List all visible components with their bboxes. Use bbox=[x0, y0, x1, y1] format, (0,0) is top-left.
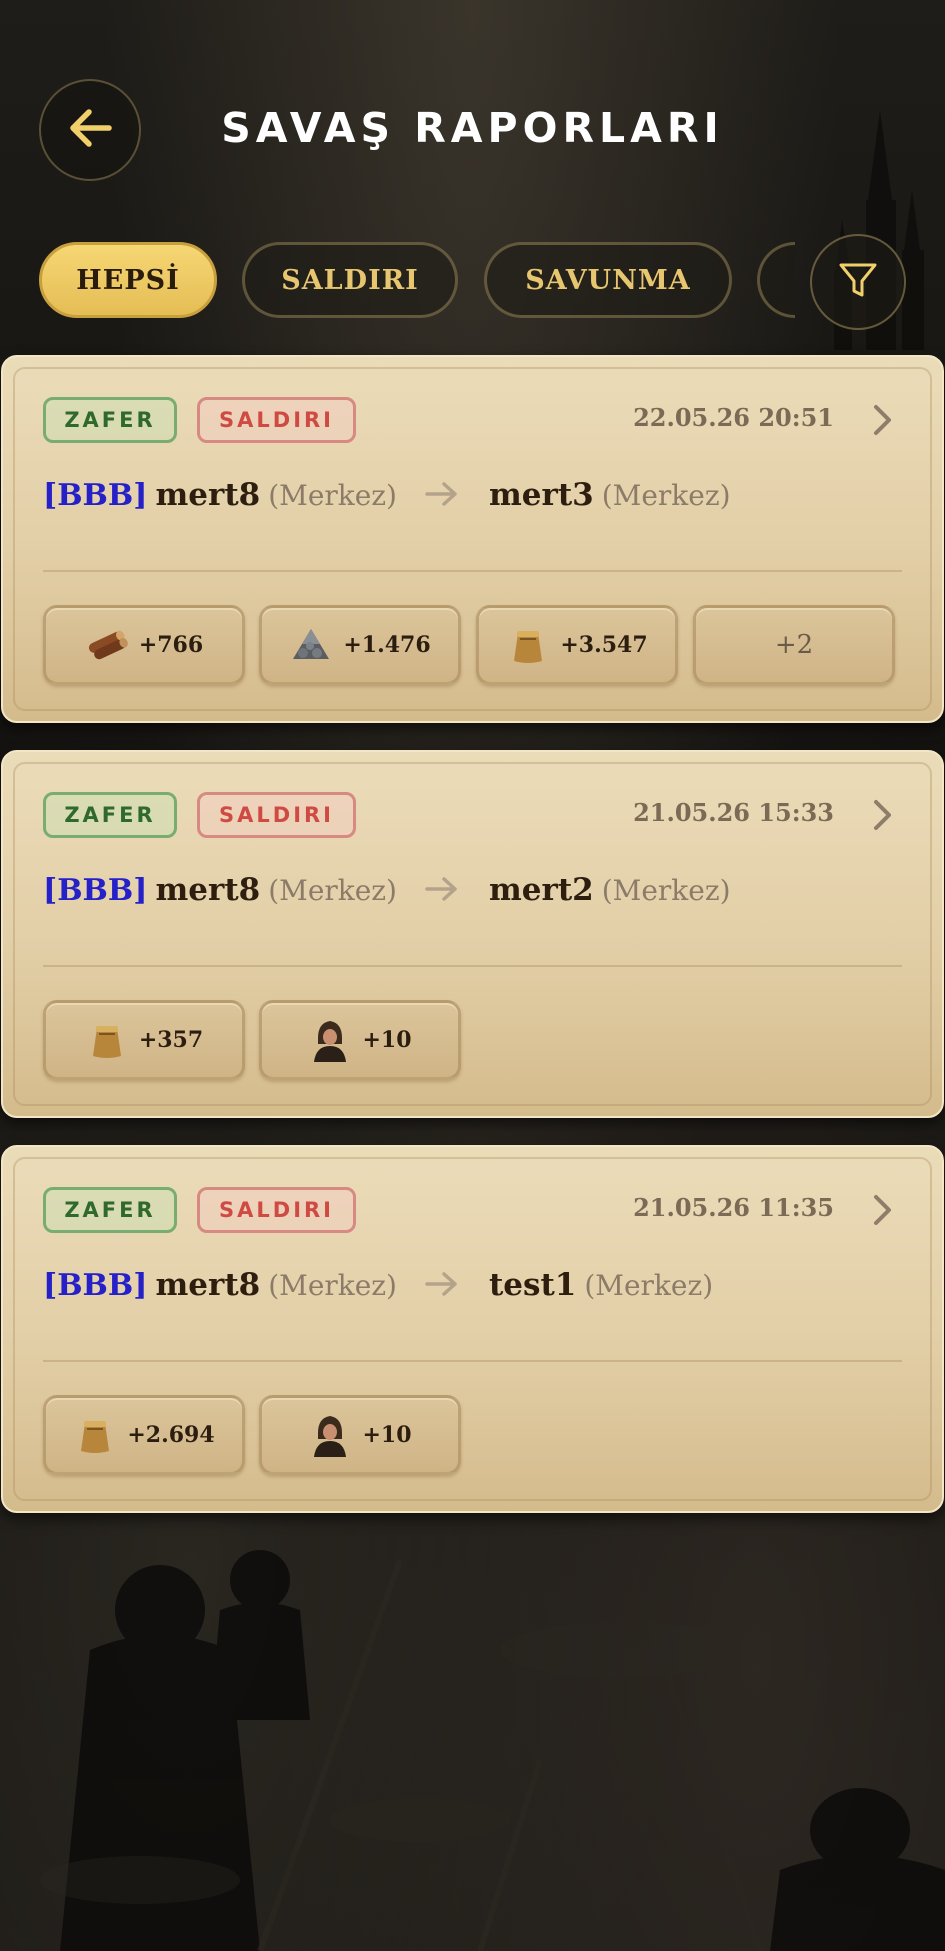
tab-defense[interactable]: SAVUNMA bbox=[484, 242, 732, 318]
filter-icon bbox=[836, 258, 880, 306]
defender-name: mert3 bbox=[488, 477, 594, 513]
resource-amount: +766 bbox=[138, 632, 204, 658]
report-date: 21.05.26 11:35 bbox=[633, 1193, 834, 1222]
attacker-location: (Merkez) bbox=[268, 874, 397, 907]
resource-amount: +3.547 bbox=[560, 632, 648, 658]
attacker-location: (Merkez) bbox=[268, 479, 397, 512]
defender-location: (Merkez) bbox=[601, 874, 731, 907]
villager-icon bbox=[308, 1413, 352, 1457]
attacker-clan: [BBB] bbox=[43, 1268, 148, 1303]
defender-name: mert2 bbox=[488, 872, 594, 908]
battle-participants: [BBB] mert8 (Merkez) mert3 (Merkez) bbox=[43, 477, 903, 527]
chevron-right-icon bbox=[872, 798, 894, 836]
attacker-name: mert8 bbox=[155, 477, 261, 513]
result-badge: ZAFER bbox=[43, 397, 177, 443]
tab-more-partial[interactable] bbox=[757, 242, 795, 318]
header: SAVAŞ RAPORLARI bbox=[0, 0, 945, 230]
report-date: 21.05.26 15:33 bbox=[633, 798, 834, 827]
report-card[interactable]: ZAFER SALDIRI 21.05.26 11:35 [BBB] mert8… bbox=[1, 1145, 944, 1513]
wood-icon bbox=[85, 623, 129, 667]
battle-participants: [BBB] mert8 (Merkez) mert2 (Merkez) bbox=[43, 872, 903, 922]
battle-participants: [BBB] mert8 (Merkez) test1 (Merkez) bbox=[43, 1267, 903, 1317]
grain-sack-icon bbox=[506, 623, 550, 667]
villager-icon bbox=[308, 1018, 352, 1062]
resource-chip[interactable]: +357 bbox=[43, 1000, 245, 1080]
result-badge: ZAFER bbox=[43, 1187, 177, 1233]
more-resources-count: +2 bbox=[774, 630, 814, 660]
type-badge: SALDIRI bbox=[197, 1187, 356, 1233]
grain-sack-icon bbox=[73, 1413, 117, 1457]
attacker-name: mert8 bbox=[155, 1267, 261, 1303]
report-card[interactable]: ZAFER SALDIRI 21.05.26 15:33 [BBB] mert8… bbox=[1, 750, 944, 1118]
resource-chip[interactable]: +766 bbox=[43, 605, 245, 685]
resource-chip[interactable]: +1.476 bbox=[259, 605, 461, 685]
defender-location: (Merkez) bbox=[601, 479, 731, 512]
more-resources-chip[interactable]: +2 bbox=[693, 605, 895, 685]
resource-amount: +357 bbox=[138, 1027, 204, 1053]
page-title: SAVAŞ RAPORLARI bbox=[221, 104, 724, 152]
type-badge: SALDIRI bbox=[197, 397, 356, 443]
type-badge: SALDIRI bbox=[197, 792, 356, 838]
chevron-right-icon bbox=[872, 1193, 894, 1231]
defender-location: (Merkez) bbox=[584, 1269, 714, 1302]
resource-chip[interactable]: +2.694 bbox=[43, 1395, 245, 1475]
defender-name: test1 bbox=[488, 1267, 577, 1303]
resource-amount: +2.694 bbox=[127, 1422, 215, 1448]
tab-all[interactable]: HEPSİ bbox=[39, 242, 217, 318]
divider bbox=[43, 570, 902, 572]
chevron-right-icon bbox=[872, 403, 894, 441]
attacker-clan: [BBB] bbox=[43, 478, 148, 513]
result-badge: ZAFER bbox=[43, 792, 177, 838]
resource-amount: +10 bbox=[362, 1027, 412, 1053]
resource-amount: +1.476 bbox=[343, 632, 431, 658]
report-date: 22.05.26 20:51 bbox=[633, 403, 834, 432]
report-card[interactable]: ZAFER SALDIRI 22.05.26 20:51 [BBB] mert8… bbox=[1, 355, 944, 723]
tab-attack[interactable]: SALDIRI bbox=[242, 242, 458, 318]
attacker-location: (Merkez) bbox=[268, 1269, 397, 1302]
divider bbox=[43, 1360, 902, 1362]
filter-tabs: HEPSİ SALDIRI SAVUNMA bbox=[0, 234, 945, 330]
resource-chip[interactable]: +10 bbox=[259, 1000, 461, 1080]
filter-button[interactable] bbox=[810, 234, 906, 330]
resource-chip[interactable]: +3.547 bbox=[476, 605, 678, 685]
attacker-clan: [BBB] bbox=[43, 873, 148, 908]
divider bbox=[43, 965, 902, 967]
grain-sack-icon bbox=[85, 1018, 129, 1062]
stone-icon bbox=[289, 623, 333, 667]
resource-chip[interactable]: +10 bbox=[259, 1395, 461, 1475]
attacker-name: mert8 bbox=[155, 872, 261, 908]
resource-amount: +10 bbox=[362, 1422, 412, 1448]
